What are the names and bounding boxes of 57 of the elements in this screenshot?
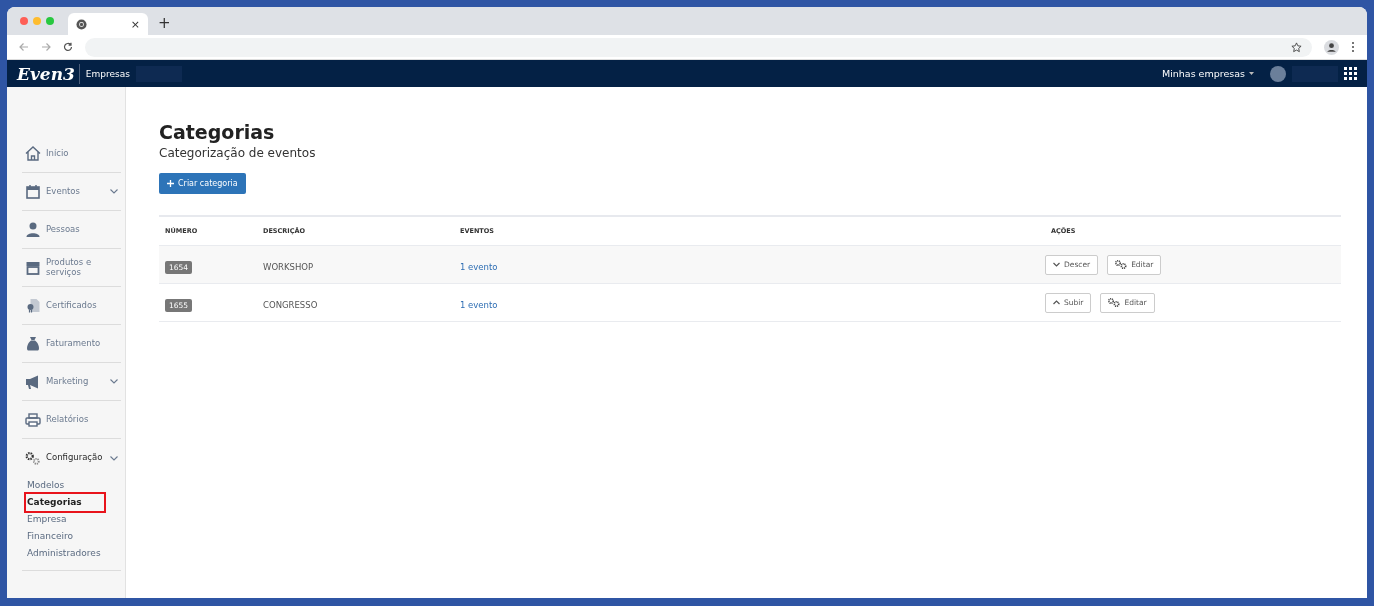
- gears-icon: [25, 450, 41, 466]
- minimize-window-dot[interactable]: [33, 17, 41, 25]
- back-arrow-icon[interactable]: [19, 42, 29, 52]
- megaphone-icon: [25, 374, 41, 389]
- chevron-down-icon: [110, 455, 118, 461]
- description-text: CONGRESSO: [263, 300, 318, 310]
- apps-grid-icon[interactable]: [1344, 67, 1357, 80]
- chrome-logo-icon: [76, 18, 87, 30]
- create-category-button[interactable]: Criar categoria: [159, 173, 246, 194]
- sidebar-item[interactable]: Certificados: [22, 287, 121, 325]
- maximize-window-dot[interactable]: [46, 17, 54, 25]
- chevron-down-icon: [110, 379, 118, 384]
- forward-arrow-icon[interactable]: [41, 42, 51, 52]
- sidebar-item[interactable]: Pessoas: [22, 211, 121, 249]
- new-tab-button[interactable]: +: [158, 14, 171, 32]
- profile-icon[interactable]: [1324, 39, 1339, 55]
- description-text: WORKSHOP: [263, 262, 314, 272]
- calendar-icon: [25, 184, 41, 199]
- store-icon: [25, 260, 41, 275]
- chevron-down-icon: [1053, 262, 1060, 267]
- sidebar-item[interactable]: Produtos e serviços: [22, 249, 121, 287]
- more-menu-icon[interactable]: [1351, 41, 1355, 53]
- star-icon[interactable]: [1291, 41, 1302, 53]
- companies-menu[interactable]: Minhas empresas: [1161, 68, 1245, 79]
- submenu-item[interactable]: Empresa: [27, 511, 67, 528]
- chevron-up-icon: [1053, 300, 1060, 305]
- plus-icon: [167, 180, 174, 187]
- sidebar-item[interactable]: Configuração: [22, 439, 121, 477]
- browser-tab[interactable]: ×: [68, 13, 148, 35]
- money-bag-icon: [25, 336, 41, 351]
- avatar[interactable]: [1270, 65, 1286, 82]
- gears-icon: [1108, 298, 1121, 307]
- gears-icon: [1115, 260, 1128, 269]
- events-link[interactable]: 1 evento: [460, 300, 498, 310]
- submenu-item[interactable]: Financeiro: [27, 528, 73, 545]
- sidebar-item[interactable]: Relatórios: [22, 401, 121, 439]
- sidebar-item[interactable]: Marketing: [22, 363, 121, 401]
- person-icon: [25, 222, 41, 237]
- submenu-item[interactable]: Administradores: [27, 545, 101, 562]
- logo[interactable]: Even3: [17, 63, 80, 84]
- page-subtitle: Categorização de eventos: [159, 146, 317, 160]
- sidebar-item[interactable]: Faturamento: [22, 325, 121, 363]
- page-title: Categorias: [159, 121, 276, 143]
- sidebar-item[interactable]: Início: [22, 135, 121, 173]
- close-window-dot[interactable]: [20, 17, 28, 25]
- tab-close-button[interactable]: ×: [130, 17, 140, 31]
- caret-down-icon: [1249, 72, 1254, 75]
- events-link[interactable]: 1 evento: [460, 262, 498, 272]
- chevron-down-icon: [110, 189, 118, 194]
- sidebar-item[interactable]: Eventos: [22, 173, 121, 211]
- printer-icon: [25, 412, 41, 427]
- reload-icon[interactable]: [63, 42, 73, 52]
- home-icon: [25, 146, 41, 161]
- submenu-item[interactable]: Categorias: [26, 494, 104, 511]
- section-label: Empresas: [85, 68, 130, 79]
- submenu-item[interactable]: Modelos: [27, 477, 65, 494]
- certificate-icon: [25, 298, 41, 313]
